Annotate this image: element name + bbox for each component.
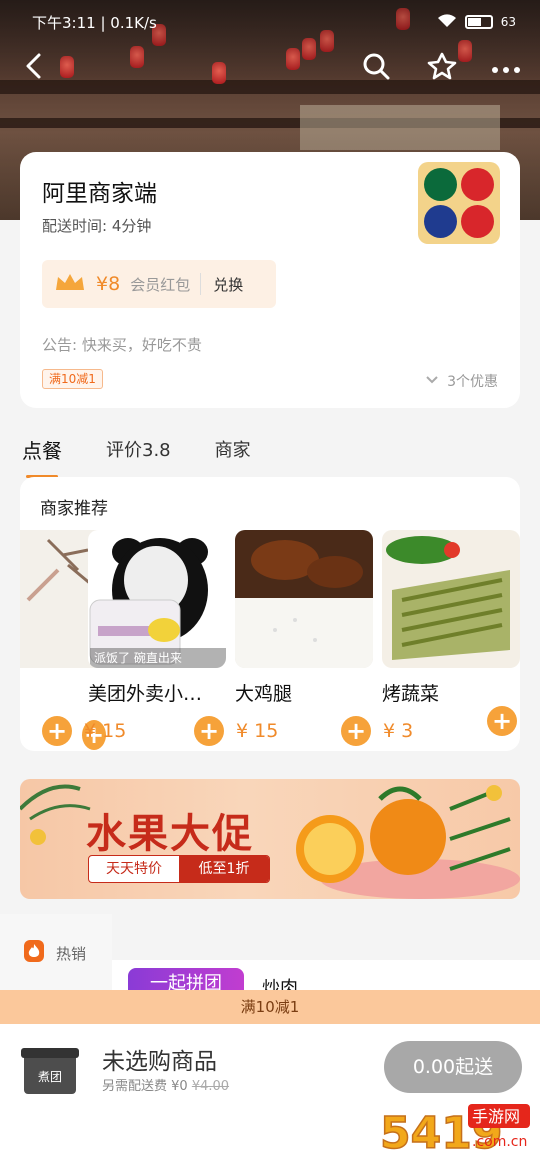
merchant-recommend: 商家推荐 + 派饭了 碗直出来 美团外卖小… + ¥ 15 大鸡腿 + ¥ 15… (20, 477, 520, 751)
category-hot[interactable]: 热销 (0, 914, 112, 994)
crown-icon (54, 271, 86, 297)
search-button[interactable] (356, 48, 396, 88)
shop-info-card: 阿里商家端 配送时间: 4分钟 ¥8 会员红包 兑换 公告: 快来买，好吃不贵 … (20, 152, 520, 408)
delivery-fee-original: ¥4.00 (191, 1079, 230, 1094)
wifi-icon (437, 13, 457, 32)
red-packet-amount: ¥8 (96, 273, 121, 295)
item-price: ¥ 15 (84, 720, 127, 742)
checkout-button[interactable]: 0.00起送 (384, 1041, 522, 1093)
item-price: ¥ 15 (236, 720, 279, 742)
fire-icon (24, 940, 44, 962)
banner-title: 水果大促 (86, 811, 254, 857)
shop-tabs: 点餐 评价3.8 商家 (20, 424, 253, 478)
delivery-fee-text: 另需配送费 ¥0 (102, 1079, 188, 1094)
fruit-promo-banner[interactable]: 水果大促 天天特价 低至1折 (20, 779, 520, 899)
add-to-cart-button[interactable]: + (487, 706, 517, 736)
recommend-item[interactable]: 大鸡腿 + ¥ 15 (194, 530, 373, 746)
red-packet-label: 会员红包 (130, 275, 191, 294)
recommend-title: 商家推荐 (40, 499, 108, 519)
favorite-button[interactable] (422, 48, 462, 88)
redeem-button[interactable]: 兑换 (213, 274, 243, 295)
item-image (235, 530, 373, 668)
status-time: 下午3:11 (32, 13, 96, 32)
item-image: 派饭了 碗直出来 (88, 530, 226, 668)
item-name: 大鸡腿 (235, 683, 293, 705)
discount-tag: 满10减1 (42, 369, 103, 389)
star-outline-icon (426, 51, 458, 85)
status-bar: 下午3:11 | 0.1K/s 63 (32, 13, 516, 32)
category-label: 热销 (56, 945, 87, 963)
shop-notice: 公告: 快来买，好吃不贵 (42, 336, 202, 354)
cart-empty-text: 未选购商品 (102, 1049, 217, 1075)
status-speed: 0.1K/s (110, 13, 157, 32)
add-to-cart-button[interactable]: + (42, 716, 72, 746)
delivery-time: 配送时间: 4分钟 (42, 217, 152, 235)
image-caption: 派饭了 碗直出来 (94, 651, 182, 665)
member-red-packet[interactable]: ¥8 会员红包 兑换 (42, 260, 276, 308)
shop-name: 阿里商家端 (42, 181, 157, 207)
recommend-item[interactable]: 派饭了 碗直出来 美团外卖小… + ¥ 15 (42, 530, 226, 746)
chevron-left-icon (23, 52, 45, 84)
item-name: 烤蔬菜 (382, 683, 440, 705)
banner-left-label: 天天特价 (106, 861, 162, 877)
chevron-down-icon (425, 373, 439, 389)
delivery-fee: 另需配送费 ¥0 ¥4.00 (102, 1075, 229, 1094)
svg-text:手游网: 手游网 (472, 1107, 520, 1126)
shop-logo (418, 162, 500, 244)
tab-reviews[interactable]: 评价3.8 (104, 436, 173, 462)
search-icon (361, 51, 391, 85)
item-name: 美团外卖小… (88, 683, 203, 705)
cart-box-icon[interactable]: 煮团 (21, 1048, 79, 1094)
box-label: 煮团 (37, 1070, 62, 1084)
banner-tagline: 天天特价 低至1折 (88, 855, 270, 883)
promo-strip: 满10减1 (0, 990, 540, 1024)
item-price: ¥ 3 (383, 720, 414, 742)
battery-icon (464, 15, 493, 29)
add-to-cart-button[interactable]: + (194, 716, 224, 746)
item-image (382, 530, 520, 668)
promos-toggle[interactable]: 3个优惠 (425, 371, 498, 391)
site-watermark: 5419 手游网 .com.cn (379, 1094, 530, 1164)
more-button[interactable] (486, 48, 526, 88)
more-dots-icon (491, 59, 521, 78)
add-to-cart-button[interactable]: + (341, 716, 371, 746)
tab-merchant[interactable]: 商家 (213, 436, 253, 462)
svg-text:.com.cn: .com.cn (472, 1134, 527, 1150)
banner-right-label: 低至1折 (179, 856, 269, 882)
promos-count: 3个优惠 (447, 374, 498, 390)
back-button[interactable] (14, 48, 54, 88)
tab-order[interactable]: 点餐 (20, 435, 64, 478)
battery-level: 63 (500, 15, 516, 29)
